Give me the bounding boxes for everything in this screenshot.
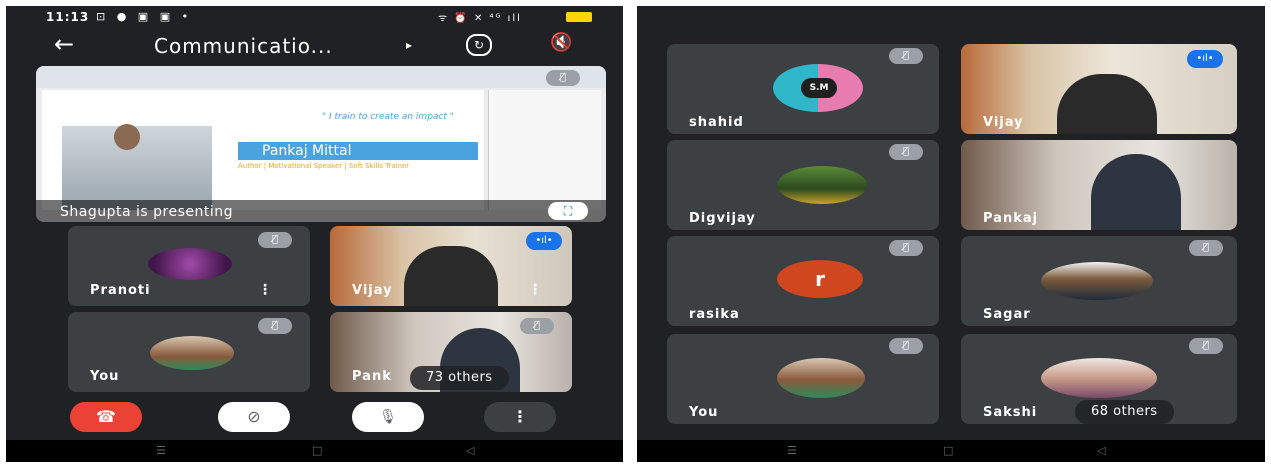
system-nav-bar: ☰ □ ◁ [637,440,1265,462]
participant-name: Pranoti [90,283,151,298]
participant-name: Pank [352,369,392,384]
participant-name: You [689,405,719,420]
nav-back-icon[interactable]: ◁ [466,444,474,457]
avatar [777,166,867,204]
mute-icon: 🎙̸ [546,70,580,86]
mute-icon: 🎙̸ [258,232,292,248]
presentation-app-toolbar [36,66,606,88]
others-count-chip[interactable]: 68 others [1075,400,1174,424]
participant-tile[interactable]: r 🎙̸ rasika [667,236,939,326]
avatar: r [777,260,863,298]
left-phone-screen: 11:13 ⊡ ● ▣ ▣ • ᯤ ⏰ ✕ ⁴ᴳ ıll ← Communica… [6,6,623,462]
participant-name: Vijay [983,115,1024,130]
meeting-title: Communicatio... [154,34,333,58]
mute-icon: 🎙̸ [1189,338,1223,354]
mute-icon: 🎙̸ [889,240,923,256]
participant-tile[interactable]: 🎙̸ Pranoti ⋮ [68,226,310,306]
battery-icon [566,12,592,22]
mute-icon: 🎙̸ [889,338,923,354]
mic-off-button[interactable]: 🎙 [352,402,424,432]
participant-tile[interactable]: S.M 🎙̸ shahid [667,44,939,134]
slide-presenter-name: Pankaj Mittal [262,143,352,159]
speaker-head [114,124,140,150]
right-phone-screen: S.M 🎙̸ shahid •ıl• Vijay 🎙̸ Digvijay Pan… [637,6,1265,462]
app-bar: ← Communicatio... ▸ ↻ 🔇 [6,28,623,64]
system-nav-bar: ☰ □ ◁ [6,440,623,462]
participant-name: Vijay [352,283,393,298]
presentation-slide: " I train to create an impact " Pankaj M… [42,90,484,210]
status-bar: 11:13 ⊡ ● ▣ ▣ • ᯤ ⏰ ✕ ⁴ᴳ ıll [6,6,623,28]
mute-icon: 🎙̸ [1189,240,1223,256]
avatar [148,248,232,280]
more-options-button[interactable]: ⋮ [484,402,556,432]
participant-tile[interactable]: •ıl• Vijay [961,44,1237,134]
camera-switch-icon[interactable]: ↻ [466,34,492,56]
slide-quote: " I train to create an impact " [322,112,454,122]
presentation-tile[interactable]: " I train to create an impact " Pankaj M… [36,66,606,222]
participant-name: Digvijay [689,211,756,226]
fullscreen-icon[interactable]: ⛶ [548,202,588,220]
avatar-logo: S.M [801,78,837,98]
avatar [777,358,865,398]
presenting-label: Shagupta is presenting [60,204,234,220]
status-icons-left: ⊡ ● ▣ ▣ • [96,10,193,23]
speaking-indicator-icon: •ıl• [1187,50,1223,68]
speaker-off-icon[interactable]: 🔇 [550,32,572,53]
mute-icon: 🎙̸ [889,48,923,64]
more-options-icon[interactable]: ⋮ [258,282,272,298]
participant-name: You [90,369,120,384]
participant-tile[interactable]: 🎙̸ You [68,312,310,392]
avatar [150,336,234,370]
nav-menu-icon[interactable]: ☰ [787,444,797,457]
participant-figure [1091,154,1181,230]
mute-icon: 🎙̸ [520,318,554,334]
participant-tile[interactable]: 🎙̸ You [667,334,939,424]
participant-name: Pankaj [983,211,1039,226]
play-icon[interactable]: ▸ [406,38,412,52]
nav-menu-icon[interactable]: ☰ [156,444,166,457]
mute-icon: 🎙̸ [258,318,292,334]
participant-tile[interactable]: Pankaj [961,140,1237,230]
participant-name: Sagar [983,307,1031,322]
slide-subtitle: Author | Motivational Speaker | Soft Ski… [238,162,410,170]
participant-name: rasika [689,307,740,322]
avatar [1041,262,1153,300]
participant-tile[interactable]: 🎙̸ Sakshi 68 others [961,334,1237,424]
back-arrow-icon[interactable]: ← [54,32,74,56]
mute-icon: 🎙̸ [889,144,923,160]
participant-tile[interactable]: 🎙̸ Pank 73 others [330,312,572,392]
slide-name-bar: Pankaj Mittal [238,142,478,160]
more-options-icon[interactable]: ⋮ [528,282,542,298]
status-time: 11:13 [46,10,90,24]
participant-tile[interactable]: •ıl• Vijay ⋮ [330,226,572,306]
participant-tile[interactable]: 🎙̸ Sagar [961,236,1237,326]
nav-back-icon[interactable]: ◁ [1097,444,1105,457]
presentation-side-panel [488,90,601,210]
nav-home-icon[interactable]: □ [943,444,953,457]
end-call-button[interactable]: ☎ [70,402,142,432]
status-icons-right: ᯤ ⏰ ✕ ⁴ᴳ ıll [438,13,522,24]
participant-tile[interactable]: 🎙̸ Digvijay [667,140,939,230]
participant-figure [404,246,498,306]
avatar [1041,358,1157,398]
nav-home-icon[interactable]: □ [312,444,322,457]
speaking-indicator-icon: •ıl• [526,232,562,250]
others-count-chip[interactable]: 73 others [410,366,509,390]
participant-name: shahid [689,115,744,130]
participant-name: Sakshi [983,405,1038,420]
video-off-button[interactable]: ⊘ [218,402,290,432]
